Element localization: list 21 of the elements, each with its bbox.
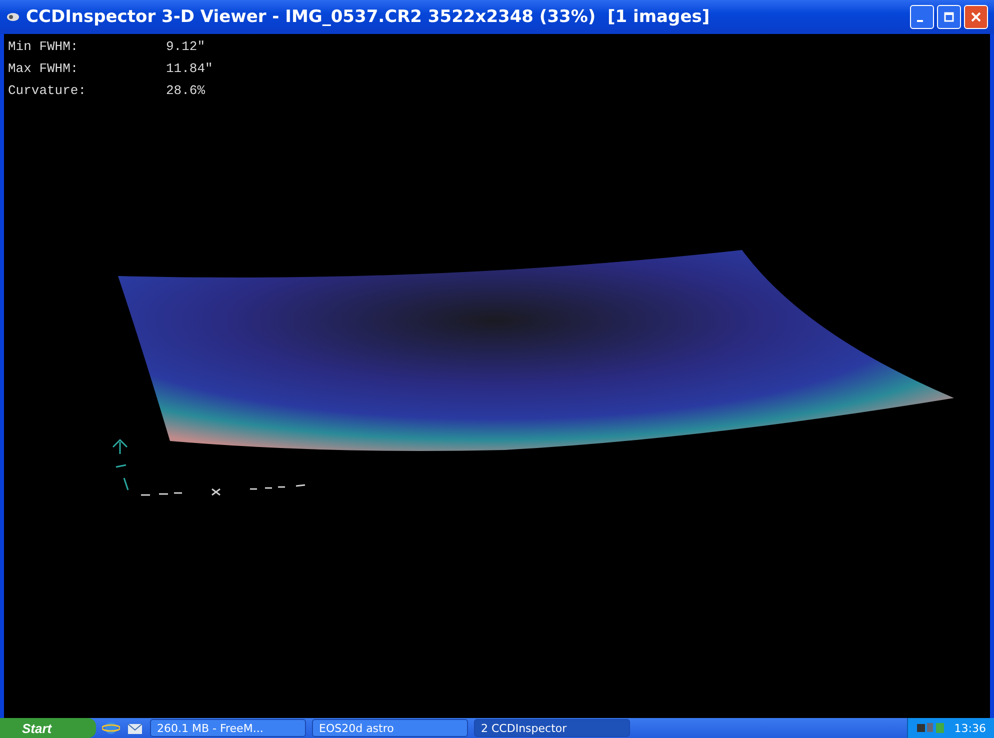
start-button[interactable]: Start <box>0 718 96 738</box>
stat-label: Curvature: <box>8 82 88 100</box>
maximize-icon <box>944 12 954 22</box>
minimize-button[interactable] <box>910 5 934 29</box>
stat-label: Max FWHM: <box>8 60 80 78</box>
stat-value: 9.12" <box>166 38 206 56</box>
clock: 13:36 <box>954 722 986 734</box>
network-icon[interactable] <box>916 721 946 735</box>
stat-label: Min FWHM: <box>8 38 80 56</box>
stat-value: 11.84" <box>166 60 213 78</box>
browser-icon[interactable] <box>102 720 120 736</box>
maximize-button[interactable] <box>937 5 961 29</box>
taskbar-button[interactable]: 2 CCDInspector <box>474 719 630 737</box>
app-icon <box>6 11 20 23</box>
taskbar-button[interactable]: EOS20d astro <box>312 719 468 737</box>
stat-value: 28.6% <box>166 82 206 100</box>
taskbar-button[interactable]: 260.1 MB - FreeM... <box>150 719 306 737</box>
minimize-icon <box>917 20 923 22</box>
close-icon <box>971 12 981 22</box>
window-title: CCDInspector 3-D Viewer - IMG_0537.CR2 3522x2348 (33%) [1 images] <box>26 7 711 27</box>
close-button[interactable] <box>964 5 988 29</box>
